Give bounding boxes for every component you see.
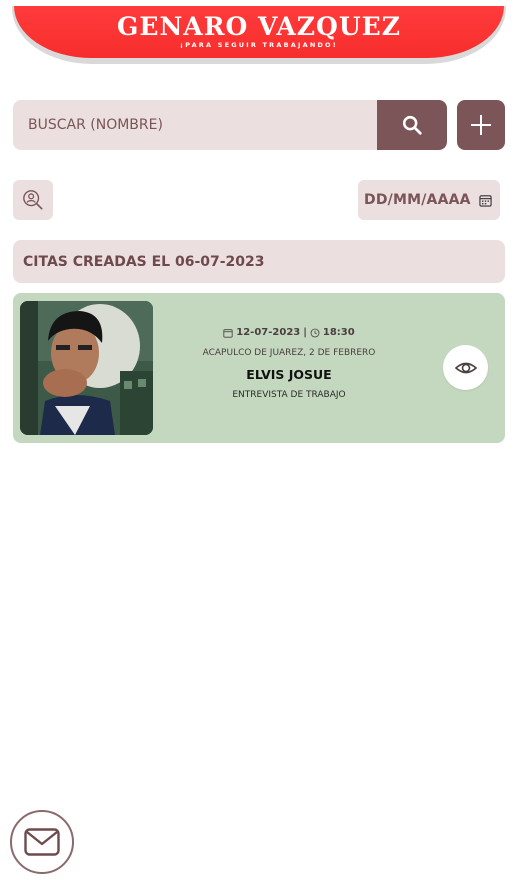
user-search-icon: [23, 190, 43, 210]
appointment-datetime: 12-07-2023 | 18:30: [173, 327, 405, 338]
person-photo: [20, 301, 153, 435]
eye-icon: [454, 362, 477, 373]
appointment-type: ENTREVISTA DE TRABAJO: [232, 390, 346, 400]
appointment-info: 12-07-2023 | 18:30 ACAPULCO DE JUAREZ, 2…: [173, 327, 405, 400]
appointment-card: 12-07-2023 | 18:30 ACAPULCO DE JUAREZ, 2…: [13, 293, 505, 443]
appointment-person-name: ELVIS JOSUE: [246, 367, 332, 382]
calendar-icon: [223, 328, 233, 338]
brand-title: GENARO VAZQUEZ: [117, 12, 401, 41]
mail-icon: [24, 828, 60, 856]
brand-subtitle: ¡PARA SEGUIR TRABAJANDO!: [180, 41, 338, 49]
appointment-location: ACAPULCO DE JUAREZ, 2 DE FEBRERO: [202, 348, 376, 358]
section-title: CITAS CREADAS EL 06-07-2023: [13, 240, 505, 283]
add-appointment-button[interactable]: [457, 100, 505, 150]
datetime-separator: |: [303, 327, 307, 338]
appointment-time: 18:30: [322, 327, 355, 338]
appointment-date: 12-07-2023: [236, 327, 301, 338]
search-button[interactable]: [377, 100, 447, 150]
search-icon: [402, 115, 422, 135]
calendar-icon[interactable]: [479, 194, 492, 207]
view-appointment-button[interactable]: [443, 345, 488, 390]
search-input[interactable]: [13, 100, 377, 150]
plus-icon: [471, 115, 491, 135]
date-filter-placeholder: DD/MM/AAAA: [364, 192, 471, 208]
clock-icon: [310, 328, 320, 337]
search-bar: [13, 100, 447, 150]
date-filter-field[interactable]: DD/MM/AAAA: [358, 180, 500, 220]
user-filter-button[interactable]: [13, 180, 53, 220]
messages-button[interactable]: [10, 810, 74, 874]
header-banner: GENARO VAZQUEZ ¡PARA SEGUIR TRABAJANDO!: [14, 6, 504, 58]
